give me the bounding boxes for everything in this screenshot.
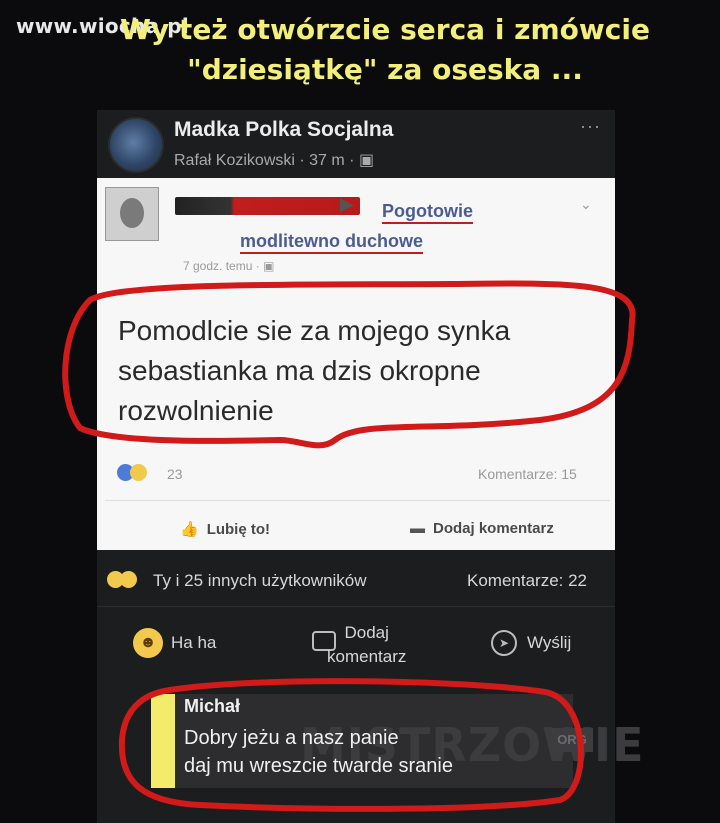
page-name-line-2[interactable]: modlitewno duchowe [240, 230, 423, 254]
comment-line-1: Dobry jeżu a nasz panie [184, 727, 399, 749]
add-comment-line-1: Dodaj [344, 623, 389, 642]
arrow-icon: ▶ [340, 194, 354, 214]
more-options-icon[interactable]: ··· [580, 116, 601, 137]
add-comment-button[interactable]: Dodaj komentarz [327, 621, 406, 669]
post-body: Pomodlcie sie za mojego synka sebastiank… [118, 315, 511, 426]
redacted-name [175, 197, 360, 215]
haha-button[interactable]: Ha ha [171, 633, 216, 653]
page-name-line-1[interactable]: Pogotowie [382, 200, 473, 224]
globe-icon: ▣ [358, 152, 375, 169]
haha-icon[interactable]: ☻ [133, 628, 163, 658]
chevron-down-icon[interactable]: ⌄ [580, 196, 592, 213]
share-button[interactable]: Wyślij [527, 633, 571, 653]
comment-button-label: Dodaj komentarz [433, 520, 554, 537]
group-avatar[interactable] [108, 117, 164, 173]
comment-button[interactable]: ▬ Dodaj komentarz [410, 520, 554, 537]
headline-line-2: "dziesiątkę" za oseska ... [187, 53, 583, 86]
like-icon: 👍 [180, 521, 199, 538]
comment-author[interactable]: Michał [184, 696, 240, 717]
timestamp-text: 7 godz. temu · [183, 259, 260, 273]
outer-comments-count[interactable]: Komentarze: 22 [467, 571, 587, 591]
group-name[interactable]: Madka Polka Socjalna [174, 118, 393, 142]
like-button[interactable]: 👍 Lubię to! [180, 520, 270, 538]
globe-icon: ▣ [263, 259, 275, 273]
post-timestamp: 7 godz. temu · ▣ [183, 259, 274, 273]
divider [105, 500, 610, 501]
sad-icon [130, 463, 147, 481]
comment-accent-bar [151, 694, 175, 788]
comment-icon: ▬ [410, 520, 425, 537]
reaction-count[interactable]: 23 [167, 466, 183, 482]
comments-count[interactable]: Komentarze: 15 [478, 466, 577, 482]
reaction-icons[interactable] [117, 463, 147, 481]
outer-reaction-icons[interactable] [107, 570, 137, 588]
share-icon[interactable]: ➤ [491, 630, 517, 656]
post-author-meta: Rafał Kozikowski · 37 m · ▣ [174, 150, 374, 170]
author-time[interactable]: Rafał Kozikowski · 37 m · [174, 152, 355, 169]
divider [97, 606, 615, 607]
meme-headline: Wy też otwórzcie serca i zmówcie "dziesi… [90, 10, 680, 90]
comment-text: Dobry jeżu a nasz panie daj mu wreszcie … [184, 724, 564, 780]
wow-icon [120, 570, 137, 588]
page-avatar[interactable] [105, 187, 159, 241]
comment-line-2: daj mu wreszcie twarde sranie [184, 755, 453, 777]
add-comment-line-2: komentarz [327, 647, 407, 666]
like-button-label: Lubię to! [206, 521, 271, 538]
headline-line-1: Wy też otwórzcie serca i zmówcie [120, 13, 650, 46]
likers-summary[interactable]: Ty i 25 innych użytkowników [153, 571, 367, 591]
